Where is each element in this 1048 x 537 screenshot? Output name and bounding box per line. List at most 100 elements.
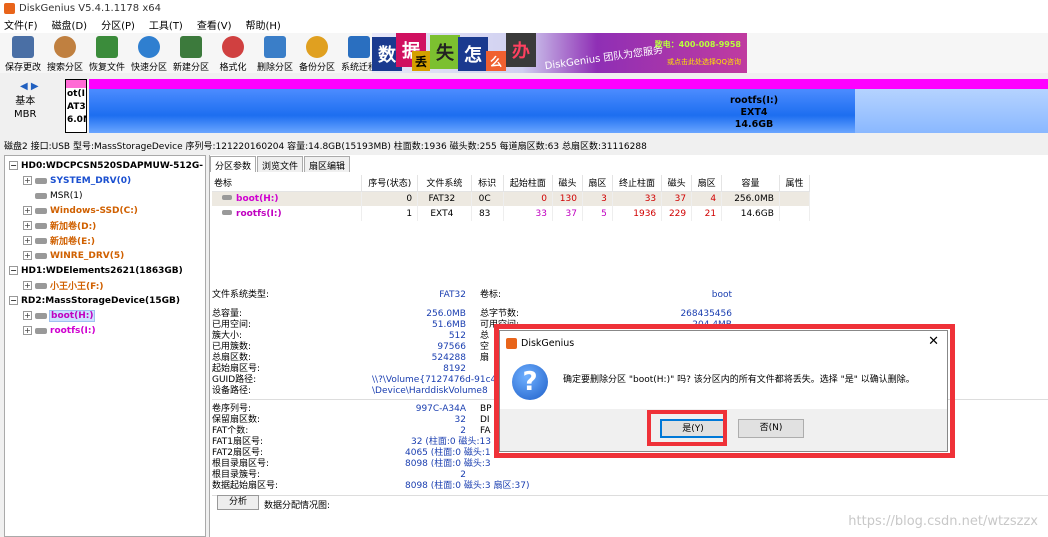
tree-partition-f[interactable]: + 小王小王(F:) — [23, 278, 103, 293]
expand-icon[interactable]: + — [23, 206, 32, 215]
backup-partition-button[interactable]: 备份分区 — [296, 33, 338, 73]
disk-nav-arrows[interactable]: ◀ ▶ — [20, 81, 39, 92]
expand-icon[interactable]: + — [23, 236, 32, 245]
menu-file[interactable]: 文件(F) — [4, 17, 38, 32]
search-icon — [54, 36, 76, 58]
menu-tools[interactable]: 工具(T) — [149, 17, 183, 32]
disk-tree: − HD0:WDCPCSN520SDAPMUW-512G- + SYSTEM_DRV… — [4, 155, 206, 537]
search-partition-button[interactable]: 搜索分区 — [44, 33, 86, 73]
collapse-icon[interactable]: − — [9, 161, 18, 170]
expand-icon[interactable]: + — [23, 251, 32, 260]
tree-disk-hd1[interactable]: − HD1:WDElements2621(1863GB) — [9, 263, 183, 278]
app-icon — [506, 337, 517, 349]
col-index[interactable]: 序号(状态) — [361, 175, 419, 192]
tab-browse-files[interactable]: 浏览文件 — [257, 156, 304, 172]
tree-partition-system-drv[interactable]: + SYSTEM_DRV(0) — [23, 173, 131, 188]
banner-qq-link[interactable]: 或点击此处选择QQ咨询 — [667, 57, 741, 67]
tree-partition-rootfs[interactable]: + rootfs(I:) — [23, 323, 96, 338]
col-end-sector[interactable]: 扇区 — [691, 175, 723, 192]
close-icon[interactable]: ✕ — [928, 335, 939, 349]
new-partition-icon — [180, 36, 202, 58]
menu-view[interactable]: 查看(V) — [197, 17, 232, 32]
tree-disk-hd0[interactable]: − HD0:WDCPCSN520SDAPMUW-512G- — [9, 158, 203, 173]
tree-partition-boot[interactable]: + boot(H:) — [23, 308, 96, 323]
expand-icon[interactable]: + — [23, 311, 32, 320]
col-id[interactable]: 标识 — [471, 175, 504, 192]
support-banner[interactable]: 数 据 丢 失 怎 么 办 DiskGenius 团队为您服务 致电：400-0… — [372, 33, 747, 73]
collapse-icon[interactable]: − — [9, 266, 18, 275]
tab-partition-params[interactable]: 分区参数 — [210, 156, 257, 172]
disk-info-line: 磁盘2 接口:USB 型号:MassStorageDevice 序列号:1212… — [4, 141, 647, 152]
col-start-sector[interactable]: 扇区 — [582, 175, 613, 192]
disk-type-label: 基本 MBR — [14, 96, 37, 120]
partition-icon — [35, 207, 47, 214]
tab-bar: 分区参数 浏览文件 扇区编辑 — [210, 156, 351, 172]
collapse-icon[interactable]: − — [9, 296, 18, 305]
col-start-head[interactable]: 磁头 — [552, 175, 583, 192]
menu-partition[interactable]: 分区(P) — [101, 17, 135, 32]
banner-char: 怎 — [458, 37, 488, 71]
col-volume-label[interactable]: 卷标 — [212, 175, 363, 192]
menu-disk[interactable]: 磁盘(D) — [52, 17, 88, 32]
new-partition-button[interactable]: 新建分区 — [170, 33, 212, 73]
yes-button[interactable]: 是(Y) — [660, 419, 726, 438]
tree-disk-rd2[interactable]: − RD2:MassStorageDevice(15GB) — [9, 293, 180, 308]
migrate-icon — [348, 36, 370, 58]
partition-icon — [35, 222, 47, 229]
tree-partition-d[interactable]: + 新加卷(D:) — [23, 218, 96, 233]
delete-confirm-dialog: DiskGenius ✕ ? 确定要删除分区 "boot(H:)" 吗? 该分区… — [499, 330, 948, 452]
partition-icon — [35, 192, 47, 199]
table-header-row: 卷标 序号(状态) 文件系统 标识 起始柱面 磁头 扇区 终止柱面 磁头 扇区 … — [212, 175, 811, 192]
quick-partition-button[interactable]: 快速分区 — [128, 33, 170, 73]
partition-icon — [35, 252, 47, 259]
free-space-bar — [855, 89, 1048, 133]
partition-icon — [35, 237, 47, 244]
quick-partition-icon — [138, 36, 160, 58]
watermark: https://blog.csdn.net/wtzszzx — [848, 514, 1038, 529]
analyze-button[interactable]: 分析 — [217, 495, 259, 510]
tree-partition-winre[interactable]: + WINRE_DRV(5) — [23, 248, 124, 263]
dialog-title: DiskGenius — [521, 337, 575, 349]
format-icon — [222, 36, 244, 58]
col-filesystem[interactable]: 文件系统 — [417, 175, 472, 192]
tree-partition-msr[interactable]: MSR(1) — [35, 188, 82, 203]
fstype-label: 文件系统类型: — [212, 290, 270, 300]
diskmap-boot-partition[interactable]: ot(I AT3 6.0M — [65, 79, 87, 133]
delete-partition-button[interactable]: 删除分区 — [254, 33, 296, 73]
rootfs-map-label: rootfs(I:) EXT4 14.6GB — [729, 95, 779, 130]
diskmap-rootfs-partition[interactable]: rootfs(I:) EXT4 14.6GB — [89, 79, 1048, 133]
expand-icon[interactable]: + — [23, 326, 32, 335]
recover-icon — [96, 36, 118, 58]
app-icon — [4, 2, 15, 14]
col-attributes[interactable]: 属性 — [779, 175, 811, 192]
menu-bar: 文件(F) 磁盘(D) 分区(P) 工具(T) 查看(V) 帮助(H) — [0, 16, 1048, 33]
expand-icon[interactable]: + — [23, 221, 32, 230]
tree-partition-e[interactable]: + 新加卷(E:) — [23, 233, 95, 248]
expand-icon[interactable]: + — [23, 176, 32, 185]
format-button[interactable]: 格式化 — [212, 33, 254, 73]
col-end-cyl[interactable]: 终止柱面 — [612, 175, 663, 192]
delete-partition-icon — [264, 36, 286, 58]
col-start-cyl[interactable]: 起始柱面 — [503, 175, 553, 192]
recover-files-button[interactable]: 恢复文件 — [86, 33, 128, 73]
col-end-head[interactable]: 磁头 — [661, 175, 693, 192]
tab-sector-edit[interactable]: 扇区编辑 — [304, 156, 351, 172]
col-capacity[interactable]: 容量 — [721, 175, 780, 192]
no-button[interactable]: 否(N) — [738, 419, 804, 438]
table-row[interactable]: boot(H:) 0 FAT32 0C 0 130 3 33 37 4 256.… — [212, 191, 811, 206]
menu-help[interactable]: 帮助(H) — [246, 17, 281, 32]
partition-icon — [35, 327, 47, 334]
volume-label: 卷标: — [480, 290, 502, 300]
banner-char: 丢 — [412, 51, 430, 71]
volume-value: boot — [711, 290, 732, 300]
table-row[interactable]: rootfs(I:) 1 EXT4 83 33 37 5 1936 229 21… — [212, 206, 811, 221]
fstype-value: FAT32 — [439, 290, 466, 300]
disk-map: ◀ ▶ 基本 MBR ot(I AT3 6.0M rootfs(I:) EXT4… — [0, 75, 1048, 135]
save-changes-button[interactable]: 保存更改 — [2, 33, 44, 73]
partition-icon — [35, 177, 47, 184]
title-bar: DiskGenius V5.4.1.1178 x64 — [0, 0, 1048, 16]
expand-icon[interactable]: + — [23, 281, 32, 290]
tree-partition-windows-ssd[interactable]: + Windows-SSD(C:) — [23, 203, 138, 218]
details-divider — [212, 495, 1048, 496]
partition-icon — [222, 194, 232, 200]
